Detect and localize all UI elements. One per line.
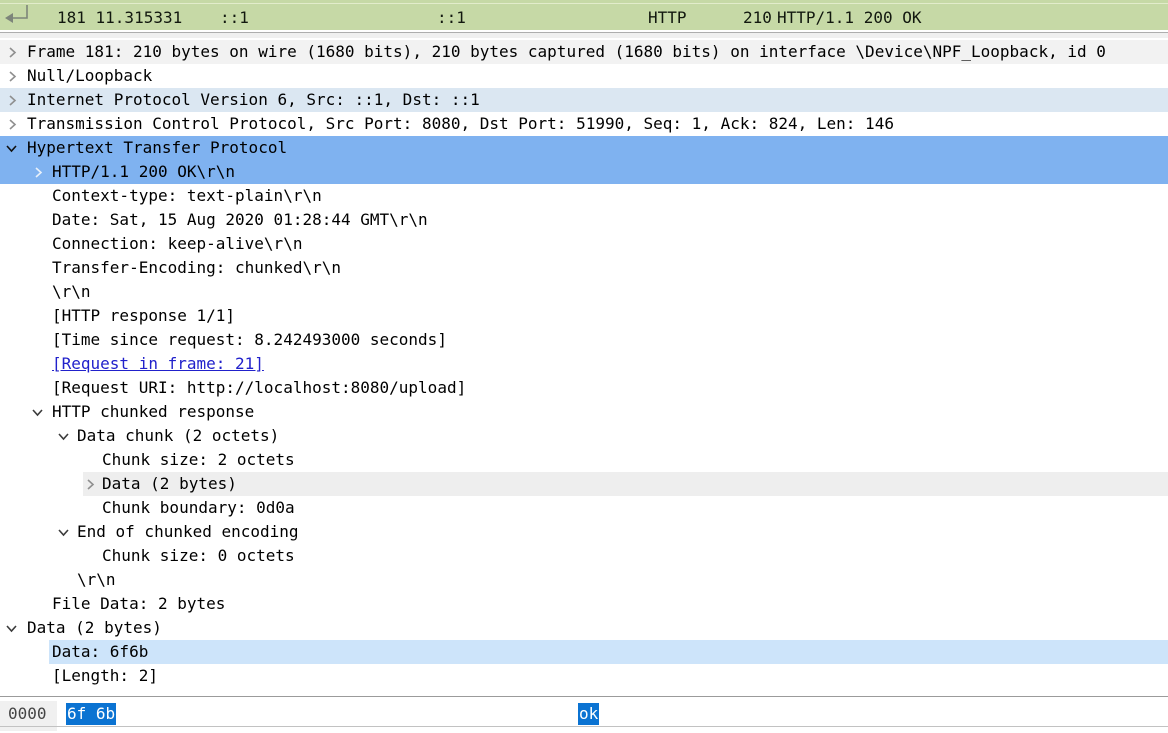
tree-row-label: Date: Sat, 15 Aug 2020 01:28:44 GMT\r\n	[0, 208, 1168, 232]
packet-info: HTTP/1.1 200 OK	[777, 5, 922, 30]
tree-row-label: Transfer-Encoding: chunked\r\n	[0, 256, 1168, 280]
packet-length: 210	[743, 5, 772, 30]
tree-row-label: Data (2 bytes)	[0, 472, 1168, 496]
tree-row[interactable]: Chunk boundary: 0d0a	[0, 496, 1168, 520]
hex-dump-pane: 0000 6f 6b ok	[0, 696, 1168, 733]
tree-row[interactable]: Date: Sat, 15 Aug 2020 01:28:44 GMT\r\n	[0, 208, 1168, 232]
tree-row[interactable]: \r\n	[0, 280, 1168, 304]
tree-row[interactable]: [Time since request: 8.242493000 seconds…	[0, 328, 1168, 352]
tree-row[interactable]: [Request URI: http://localhost:8080/uplo…	[0, 376, 1168, 400]
tree-row-label: Null/Loopback	[0, 64, 1168, 88]
tree-row[interactable]: \r\n	[0, 568, 1168, 592]
tree-row[interactable]: Data chunk (2 octets)	[0, 424, 1168, 448]
tree-row-label: File Data: 2 bytes	[0, 592, 1168, 616]
packet-list-pane: 181 11.315331 ::1 ::1 HTTP 210 HTTP/1.1 …	[0, 0, 1168, 30]
tree-row[interactable]: File Data: 2 bytes	[0, 592, 1168, 616]
tree-row[interactable]: [HTTP response 1/1]	[0, 304, 1168, 328]
tree-row[interactable]: Hypertext Transfer Protocol	[0, 136, 1168, 160]
tree-row-label: End of chunked encoding	[0, 520, 1168, 544]
tree-row[interactable]: Transfer-Encoding: chunked\r\n	[0, 256, 1168, 280]
tree-row[interactable]: Data: 6f6b	[0, 640, 1168, 664]
tree-row[interactable]: Internet Protocol Version 6, Src: ::1, D…	[0, 88, 1168, 112]
request-in-frame-link[interactable]: [Request in frame: 21]	[0, 352, 1168, 376]
tree-row-label: [Length: 2]	[0, 664, 1168, 688]
tree-row-label: Frame 181: 210 bytes on wire (1680 bits)…	[0, 40, 1168, 64]
tree-row[interactable]: [Length: 2]	[0, 664, 1168, 688]
tree-row-label: HTTP/1.1 200 OK\r\n	[0, 160, 1168, 184]
packet-source: ::1	[220, 5, 249, 30]
tree-row[interactable]: Data (2 bytes)	[0, 472, 1168, 496]
tree-row[interactable]: Null/Loopback	[0, 64, 1168, 88]
tree-row-label: Context-type: text-plain\r\n	[0, 184, 1168, 208]
tree-row[interactable]: Chunk size: 0 octets	[0, 544, 1168, 568]
tree-row-label: Data: 6f6b	[0, 640, 1168, 664]
tree-row[interactable]: HTTP/1.1 200 OK\r\n	[0, 160, 1168, 184]
tree-row-label: [HTTP response 1/1]	[0, 304, 1168, 328]
packet-row-selected[interactable]: 181 11.315331 ::1 ::1 HTTP 210 HTTP/1.1 …	[0, 5, 1168, 30]
tree-row[interactable]: Context-type: text-plain\r\n	[0, 184, 1168, 208]
related-packet-arrow-icon	[1, 5, 33, 31]
tree-row-label: Internet Protocol Version 6, Src: ::1, D…	[0, 88, 1168, 112]
tree-row[interactable]: Connection: keep-alive\r\n	[0, 232, 1168, 256]
tree-row-label: Chunk boundary: 0d0a	[0, 496, 1168, 520]
tree-row-label: Data chunk (2 octets)	[0, 424, 1168, 448]
tree-row-label: \r\n	[0, 280, 1168, 304]
tree-row[interactable]: Data (2 bytes)	[0, 616, 1168, 640]
tree-row-label: Chunk size: 2 octets	[0, 448, 1168, 472]
packet-row-partial[interactable]	[0, 0, 1168, 4]
hex-ascii-selected[interactable]: ok	[578, 703, 599, 725]
tree-row[interactable]: HTTP chunked response	[0, 400, 1168, 424]
hex-offset: 0000	[8, 703, 47, 725]
tree-row-label: [Time since request: 8.242493000 seconds…	[0, 328, 1168, 352]
packet-number-time: 181 11.315331	[57, 5, 182, 30]
tree-row[interactable]: Frame 181: 210 bytes on wire (1680 bits)…	[0, 40, 1168, 64]
tree-row-label: Transmission Control Protocol, Src Port:…	[0, 112, 1168, 136]
hex-pane-bottom-border	[0, 726, 1168, 727]
tree-row[interactable]: Chunk size: 2 octets	[0, 448, 1168, 472]
wireshark-window: 181 11.315331 ::1 ::1 HTTP 210 HTTP/1.1 …	[0, 0, 1168, 733]
packet-destination: ::1	[437, 5, 466, 30]
tree-row[interactable]: End of chunked encoding	[0, 520, 1168, 544]
tree-row-label: Hypertext Transfer Protocol	[0, 136, 1168, 160]
tree-row-label: Data (2 bytes)	[0, 616, 1168, 640]
tree-row[interactable]: Transmission Control Protocol, Src Port:…	[0, 112, 1168, 136]
packet-protocol: HTTP	[648, 5, 687, 30]
pane-splitter[interactable]	[0, 30, 1168, 40]
tree-row-label: \r\n	[0, 568, 1168, 592]
tree-row[interactable]: [Request in frame: 21]	[0, 352, 1168, 376]
tree-row-label: [Request URI: http://localhost:8080/uplo…	[0, 376, 1168, 400]
tree-row-label: Chunk size: 0 octets	[0, 544, 1168, 568]
tree-row-label: HTTP chunked response	[0, 400, 1168, 424]
tree-row-label: Connection: keep-alive\r\n	[0, 232, 1168, 256]
hex-bytes-selected[interactable]: 6f 6b	[66, 703, 116, 725]
packet-detail-tree: Frame 181: 210 bytes on wire (1680 bits)…	[0, 40, 1168, 688]
hex-row[interactable]: 0000 6f 6b ok	[0, 703, 1168, 725]
